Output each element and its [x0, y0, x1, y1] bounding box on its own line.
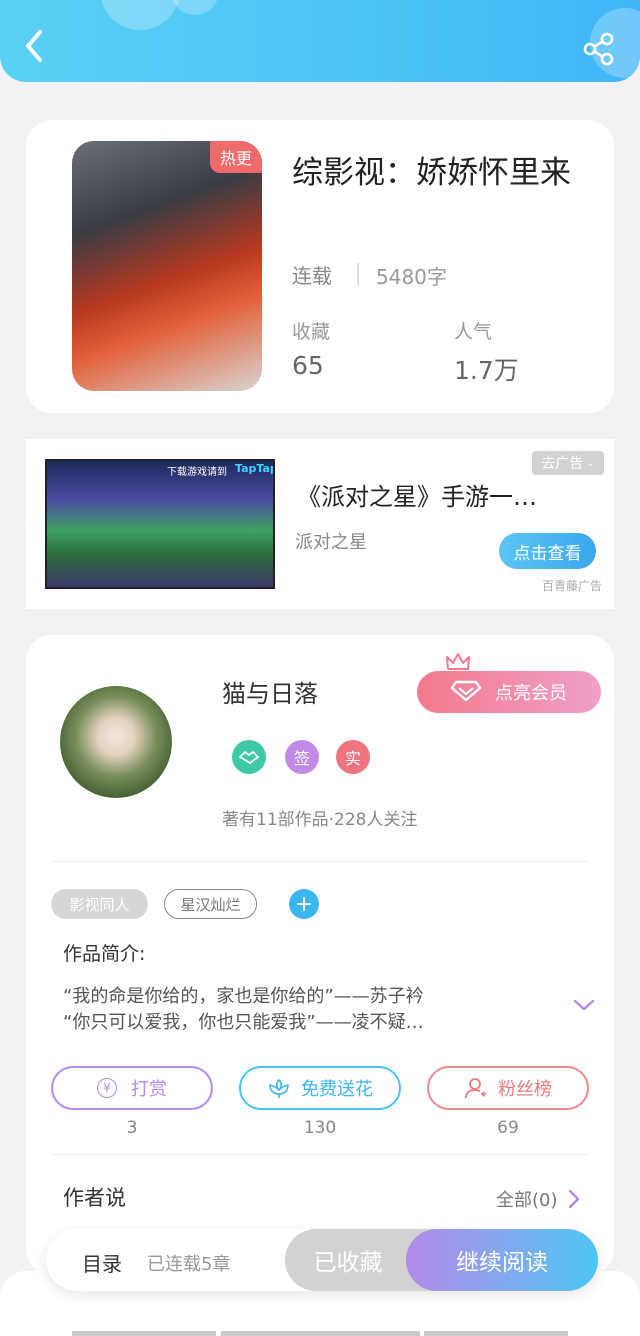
send-flower-button[interactable]: 免费送花 — [239, 1066, 401, 1110]
meta-divider — [357, 263, 359, 285]
author-says-all-link[interactable]: 全部(0) — [496, 1186, 580, 1212]
ad-game-image[interactable]: 下载游戏请到 TapTap — [45, 459, 275, 589]
decor-bubble — [170, 0, 220, 15]
intro-label: 作品简介: — [63, 943, 146, 965]
popularity-value: 1.7万 — [454, 356, 519, 385]
serial-status: 连载 — [292, 264, 332, 288]
divider — [52, 861, 588, 862]
favorites-value: 65 — [292, 351, 324, 380]
top-header — [0, 0, 640, 82]
word-count: 5480字 — [376, 265, 447, 289]
diamond-icon — [450, 679, 482, 706]
tag-genre[interactable]: 影视同人 — [51, 889, 148, 919]
signed-badge: 签 — [285, 740, 319, 774]
flower-label: 免费送花 — [301, 1079, 373, 1100]
reward-button[interactable]: ¥ 打赏 — [51, 1066, 213, 1110]
book-title: 综影视：娇娇怀里来 — [292, 155, 571, 191]
chevron-down-icon: ⌄ — [586, 457, 595, 469]
verified-badge: 实 — [336, 740, 370, 774]
intro-line-1: “我的命是你给的，家也是你给的”——苏子衿 — [63, 986, 424, 1007]
remove-ad-label: 去广告 — [541, 456, 584, 472]
expand-chevron-icon[interactable] — [572, 996, 596, 1014]
ad-source: 派对之星 — [295, 532, 367, 553]
flower-icon — [267, 1077, 291, 1099]
chapter-count: 已连载5章 — [147, 1254, 231, 1275]
book-cover-image[interactable]: 热更 — [72, 141, 262, 391]
fans-label: 粉丝榜 — [498, 1079, 552, 1100]
crown-icon — [445, 652, 471, 672]
favorites-label: 收藏 — [292, 321, 331, 343]
back-arrow-icon[interactable] — [20, 28, 50, 64]
ad-image-brand: TapTap — [235, 462, 275, 475]
author-name[interactable]: 猫与日落 — [222, 674, 318, 709]
flower-count: 130 — [303, 1118, 337, 1138]
author-stats: 著有11部作品·228人关注 — [222, 810, 418, 830]
decor-bubble — [100, 0, 180, 30]
vip-button-label: 点亮会员 — [495, 683, 567, 704]
reward-label: 打赏 — [131, 1079, 167, 1100]
author-says-all-label: 全部(0) — [496, 1190, 558, 1211]
chevron-right-icon — [568, 1189, 580, 1209]
add-tag-icon[interactable]: + — [289, 889, 319, 919]
continue-reading-button[interactable]: 继续阅读 — [406, 1229, 598, 1291]
tag-topic[interactable]: 星汉灿烂 — [164, 889, 257, 919]
handshake-badge-icon — [232, 740, 266, 774]
divider — [52, 1154, 588, 1155]
intro-line-2: “你只可以爱我，你也只能爱我”——凌不疑… — [63, 1012, 424, 1033]
peek-bar — [221, 1331, 420, 1336]
yen-icon: ¥ — [97, 1078, 117, 1098]
user-icon — [464, 1076, 488, 1100]
author-says-label: 作者说 — [63, 1186, 126, 1210]
ad-view-button[interactable]: 点击查看 — [499, 533, 596, 569]
reward-count: 3 — [126, 1118, 138, 1138]
share-icon[interactable] — [582, 32, 616, 66]
catalog-button[interactable]: 目录 — [82, 1248, 122, 1277]
popularity-label: 人气 — [454, 321, 493, 343]
hot-update-tag: 热更 — [210, 141, 262, 173]
fans-count: 69 — [497, 1118, 519, 1138]
ad-footer: 百青藤广告 — [542, 579, 603, 593]
peek-bar — [424, 1331, 568, 1336]
fans-ranking-button[interactable]: 粉丝榜 — [427, 1066, 589, 1110]
ad-image-caption: 下载游戏请到 — [167, 467, 227, 478]
peek-bar — [72, 1331, 216, 1336]
author-avatar[interactable] — [60, 686, 172, 798]
remove-ad-button[interactable]: 去广告 ⌄ — [532, 451, 604, 475]
vip-button[interactable]: 点亮会员 — [417, 671, 601, 713]
ad-title: 《派对之星》手游一… — [297, 483, 537, 511]
